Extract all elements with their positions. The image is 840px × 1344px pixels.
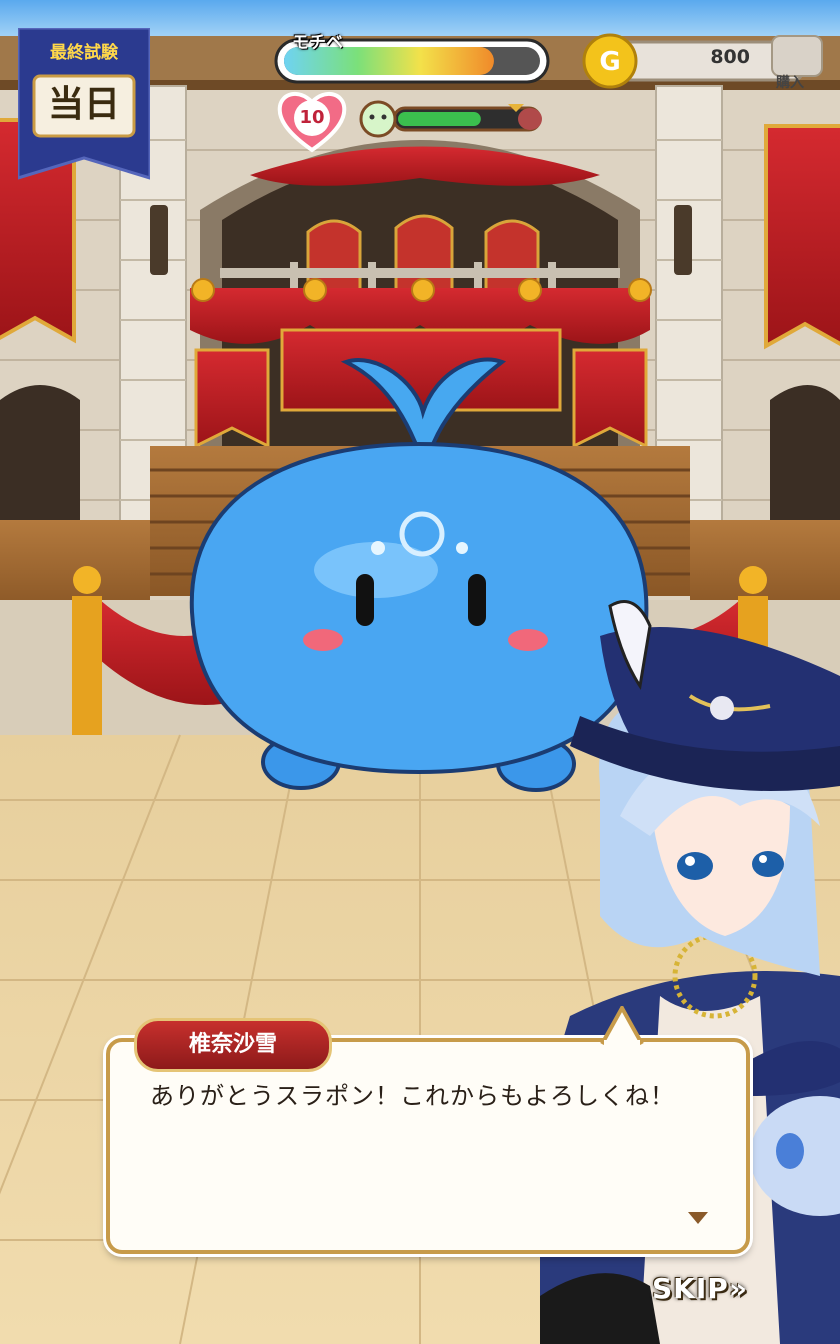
advance-arrow-icon[interactable] xyxy=(688,1212,708,1224)
exam-banner-day: 当日 xyxy=(47,84,120,125)
svg-text:G: G xyxy=(599,47,620,77)
speaker-name-tag: 椎奈沙雪 xyxy=(134,1018,332,1072)
dialog-text: ありがとうスラポン！これからもよろしくね！ xyxy=(150,1082,675,1110)
growth-progress-fill xyxy=(398,112,481,126)
skip-button[interactable]: SKIP» xyxy=(652,1272,748,1305)
mochibe-label: モチベ xyxy=(292,33,343,53)
heart-count: 10 xyxy=(299,107,325,128)
growth-progress-bar xyxy=(359,100,542,138)
coin-amount: 800 xyxy=(710,46,750,68)
buy-button[interactable]: 購入 xyxy=(776,72,804,92)
exam-banner-title: 最終試験 xyxy=(50,43,118,63)
skip-label: SKIP xyxy=(652,1272,729,1305)
double-chevron-icon: » xyxy=(728,1272,748,1305)
speech-bubble-tail xyxy=(600,1006,644,1046)
game-screen: 最終試験 当日 モチベ G 800 購入 10 椎奈沙雪 ありがとうスラポン！こ… xyxy=(0,0,840,1344)
exam-day-banner: 最終試験 当日 xyxy=(18,28,150,188)
